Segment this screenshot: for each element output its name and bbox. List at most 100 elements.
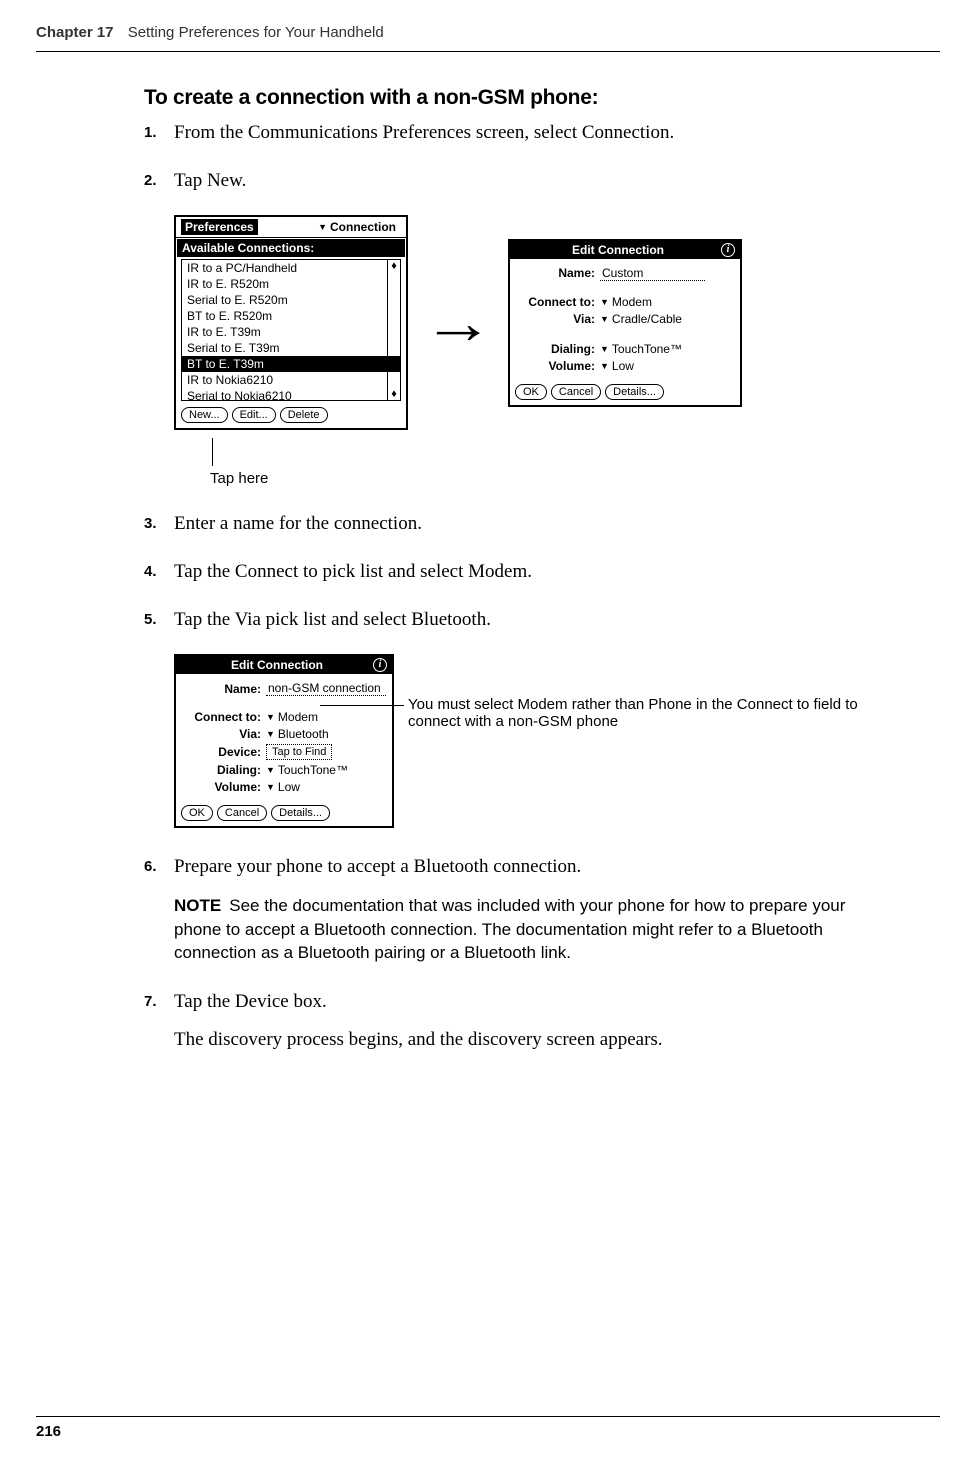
dropdown-icon: ▼ <box>600 361 609 371</box>
scroll-up-icon[interactable]: ♦ <box>388 260 400 272</box>
chapter-label: Chapter 17 <box>36 24 114 41</box>
volume-picker[interactable]: ▼Low <box>600 359 634 373</box>
dropdown-icon: ▼ <box>266 712 275 722</box>
list-item[interactable]: BT to E. R520m <box>182 308 400 324</box>
edit-connection-title: Edit Connection <box>515 243 721 257</box>
name-label: Name: <box>516 266 600 280</box>
step-number: 5. <box>144 607 174 633</box>
volume-label: Volume: <box>516 359 600 373</box>
dropdown-icon: ▼ <box>266 729 275 739</box>
dialing-label: Dialing: <box>182 763 266 777</box>
page-number: 216 <box>0 1423 976 1440</box>
name-input[interactable]: Custom <box>600 266 705 281</box>
dialing-picker[interactable]: ▼TouchTone™ <box>600 342 682 356</box>
step-6: 6. Prepare your phone to accept a Blueto… <box>144 854 894 965</box>
note-label: NOTE <box>174 896 221 915</box>
list-item[interactable]: IR to E. R520m <box>182 276 400 292</box>
step-4: 4. Tap the Connect to pick list and sele… <box>144 559 894 585</box>
step-number: 2. <box>144 168 174 194</box>
step-text: Enter a name for the connection. <box>174 511 894 537</box>
dropdown-icon: ▼ <box>600 297 609 307</box>
step-text: Tap New. <box>174 168 894 194</box>
step-5: 5. Tap the Via pick list and select Blue… <box>144 607 894 633</box>
dialing-picker[interactable]: ▼TouchTone™ <box>266 763 348 777</box>
list-item[interactable]: Serial to E. T39m <box>182 340 400 356</box>
step-number: 6. <box>144 854 174 965</box>
name-label: Name: <box>182 682 266 696</box>
figure-row-2: Edit Connection i Name: non-GSM connecti… <box>174 654 894 828</box>
connect-to-label: Connect to: <box>182 710 266 724</box>
step-text: Tap the Via pick list and select Bluetoo… <box>174 607 894 633</box>
cancel-button[interactable]: Cancel <box>217 805 267 821</box>
dropdown-icon: ▼ <box>318 222 327 232</box>
figure-row-1: Preferences ▼Connection Available Connec… <box>174 215 894 430</box>
dropdown-icon: ▼ <box>600 314 609 324</box>
list-item[interactable]: Serial to Nokia6210 <box>182 388 400 404</box>
step-number: 7. <box>144 989 174 1052</box>
connect-to-picker[interactable]: ▼Modem <box>266 710 318 724</box>
connect-to-picker[interactable]: ▼Modem <box>600 295 652 309</box>
scroll-down-icon[interactable]: ♦ <box>388 388 400 400</box>
step-3: 3. Enter a name for the connection. <box>144 511 894 537</box>
list-item[interactable]: Serial to E. R520m <box>182 292 400 308</box>
step-sub-text: The discovery process begins, and the di… <box>174 1027 894 1053</box>
list-item[interactable]: IR to E. T39m <box>182 324 400 340</box>
callout-line <box>212 438 213 466</box>
modem-callout: You must select Modem rather than Phone … <box>408 696 894 730</box>
volume-picker[interactable]: ▼Low <box>266 780 300 794</box>
via-picker[interactable]: ▼Bluetooth <box>266 727 329 741</box>
dropdown-icon: ▼ <box>266 765 275 775</box>
step-text: Tap the Connect to pick list and select … <box>174 559 894 585</box>
device-label: Device: <box>182 745 266 759</box>
step-2: 2. Tap New. <box>144 168 894 194</box>
step-text: Tap the Device box. The discovery proces… <box>174 989 894 1052</box>
category-picker[interactable]: ▼Connection <box>313 219 401 235</box>
volume-label: Volume: <box>182 780 266 794</box>
name-input[interactable]: non-GSM connection <box>266 681 386 696</box>
note-block: NOTESee the documentation that was inclu… <box>174 894 894 965</box>
callout-line <box>320 705 404 706</box>
preferences-screen: Preferences ▼Connection Available Connec… <box>174 215 408 430</box>
details-button[interactable]: Details... <box>605 384 664 400</box>
chapter-title: Setting Preferences for Your Handheld <box>128 24 384 41</box>
step-1: 1. From the Communications Preferences s… <box>144 120 894 146</box>
step-number: 4. <box>144 559 174 585</box>
dropdown-icon: ▼ <box>266 782 275 792</box>
step-7: 7. Tap the Device box. The discovery pro… <box>144 989 894 1052</box>
list-item-selected[interactable]: BT to E. T39m <box>182 356 400 372</box>
dialing-label: Dialing: <box>516 342 600 356</box>
via-label: Via: <box>182 727 266 741</box>
info-icon[interactable]: i <box>721 243 735 257</box>
step-text: Prepare your phone to accept a Bluetooth… <box>174 854 894 965</box>
info-icon[interactable]: i <box>373 658 387 672</box>
cancel-button[interactable]: Cancel <box>551 384 601 400</box>
new-button[interactable]: New... <box>181 407 228 423</box>
step-number: 1. <box>144 120 174 146</box>
preferences-title: Preferences <box>181 219 258 235</box>
via-label: Via: <box>516 312 600 326</box>
list-item[interactable]: IR to Nokia6210 <box>182 372 400 388</box>
step-number: 3. <box>144 511 174 537</box>
footer-rule <box>36 1416 940 1417</box>
edit-button[interactable]: Edit... <box>232 407 276 423</box>
section-heading: To create a connection with a non-GSM ph… <box>144 86 894 110</box>
ok-button[interactable]: OK <box>515 384 547 400</box>
page-header: Chapter 17 Setting Preferences for Your … <box>0 0 976 51</box>
arrow-icon: → <box>422 293 494 353</box>
available-connections-label: Available Connections: <box>177 239 405 257</box>
via-picker[interactable]: ▼Cradle/Cable <box>600 312 682 326</box>
connections-list[interactable]: IR to a PC/Handheld IR to E. R520m Seria… <box>181 259 401 401</box>
ok-button[interactable]: OK <box>181 805 213 821</box>
note-text: See the documentation that was included … <box>174 896 845 963</box>
details-button[interactable]: Details... <box>271 805 330 821</box>
scrollbar[interactable]: ♦♦ <box>387 260 400 400</box>
step-text: From the Communications Preferences scre… <box>174 120 894 146</box>
device-box[interactable]: Tap to Find <box>266 744 332 760</box>
page-footer: 216 <box>0 1416 976 1440</box>
tap-here-callout: Tap here <box>210 438 894 487</box>
delete-button[interactable]: Delete <box>280 407 328 423</box>
edit-connection-screen-1: Edit Connection i Name: Custom Connect t… <box>508 239 742 407</box>
connect-to-label: Connect to: <box>516 295 600 309</box>
list-item[interactable]: IR to a PC/Handheld <box>182 260 400 276</box>
edit-connection-screen-2: Edit Connection i Name: non-GSM connecti… <box>174 654 394 828</box>
